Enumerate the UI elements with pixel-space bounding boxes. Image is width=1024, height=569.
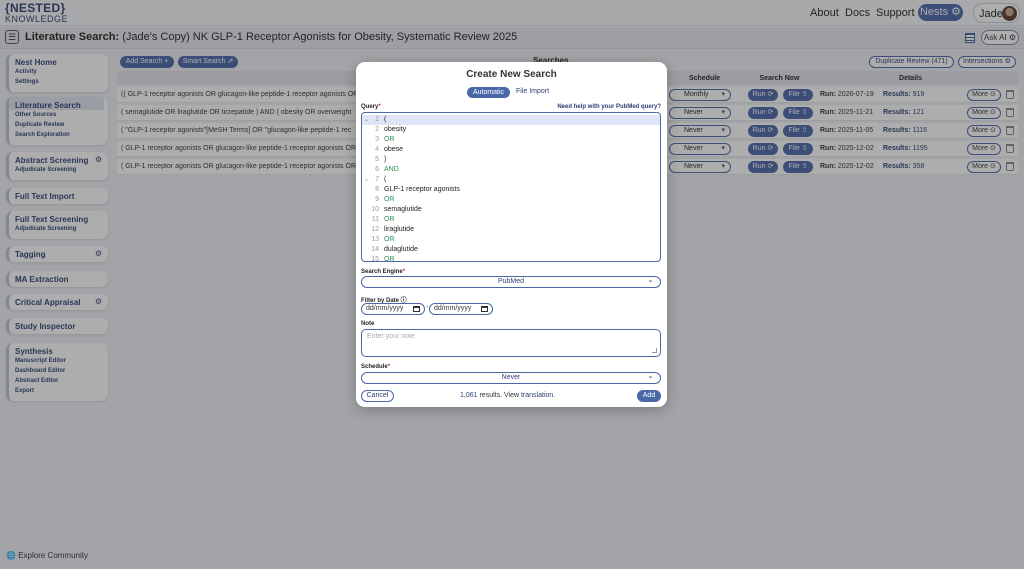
line-number: 14 bbox=[371, 246, 379, 253]
resize-handle-icon[interactable] bbox=[652, 348, 657, 353]
query-line[interactable]: 2 obesity bbox=[362, 125, 660, 135]
search-engine-select[interactable]: PubMed bbox=[361, 275, 661, 288]
query-line[interactable]: 6 AND bbox=[362, 165, 660, 175]
query-editor[interactable]: ⌄ 1(2 obesity 3 OR 4 obese 5) 6 AND ⌄ 7(8 GLP-1 rece… bbox=[361, 112, 661, 262]
line-number: 10 bbox=[371, 206, 379, 213]
required-mark: * bbox=[387, 364, 391, 370]
date-to-placeholder: dd/mm/yyyy bbox=[434, 305, 472, 312]
add-button[interactable]: Add bbox=[637, 390, 661, 402]
query-token: obese bbox=[384, 146, 404, 153]
line-number: 3 bbox=[375, 136, 379, 143]
query-line[interactable]: 11 OR bbox=[362, 215, 660, 225]
query-token: OR bbox=[384, 216, 395, 223]
query-token: ) bbox=[384, 156, 387, 163]
query-line[interactable]: 4 obese bbox=[362, 145, 660, 155]
query-token: obesity bbox=[384, 126, 407, 133]
required-mark: * bbox=[378, 104, 381, 110]
search-engine-label: Search Engine* bbox=[361, 269, 405, 275]
search-engine-label-text: Search Engine bbox=[361, 269, 403, 275]
tab-file-import[interactable]: File Import bbox=[516, 88, 549, 95]
note-label: Note bbox=[361, 321, 375, 327]
pubmed-help-link[interactable]: Need help with your PubMed query? bbox=[557, 104, 661, 110]
query-token: dulaglutide bbox=[384, 246, 418, 253]
query-token: OR bbox=[384, 136, 395, 143]
query-token: AND bbox=[384, 166, 399, 173]
line-number: 2 bbox=[375, 126, 379, 133]
results-count: 1,061 bbox=[460, 392, 478, 399]
query-line[interactable]: 3 OR bbox=[362, 135, 660, 145]
line-number: 5 bbox=[375, 156, 379, 163]
line-number: 11 bbox=[371, 216, 379, 223]
results-text: results. View bbox=[477, 392, 521, 399]
query-line[interactable]: 15 OR bbox=[362, 255, 660, 262]
query-token: semaglutide bbox=[384, 206, 422, 213]
query-line[interactable]: 13 OR bbox=[362, 235, 660, 245]
results-summary: 1,061 results. View translation. bbox=[460, 392, 555, 399]
query-line[interactable]: 14 dulaglutide bbox=[362, 245, 660, 255]
query-token: OR bbox=[384, 236, 395, 243]
line-number: 12 bbox=[371, 226, 379, 233]
query-token: GLP-1 receptor agonists bbox=[384, 186, 460, 193]
line-number: 9 bbox=[375, 196, 379, 203]
schedule-label-text: Schedule bbox=[361, 364, 388, 370]
date-range-dash: - bbox=[426, 304, 429, 311]
date-to-input[interactable]: dd/mm/yyyy bbox=[429, 303, 493, 315]
schedule-select[interactable]: Never bbox=[361, 371, 661, 384]
query-token: liraglutide bbox=[384, 226, 414, 233]
line-number: 4 bbox=[375, 146, 379, 153]
date-from-input[interactable]: dd/mm/yyyy bbox=[361, 303, 425, 315]
query-line[interactable]: ⌄ 1( bbox=[362, 115, 660, 125]
view-translation-link[interactable]: translation. bbox=[521, 392, 555, 399]
query-line[interactable]: 10 semaglutide bbox=[362, 205, 660, 215]
line-number: 1 bbox=[375, 116, 379, 123]
date-from-placeholder: dd/mm/yyyy bbox=[366, 305, 404, 312]
query-token: OR bbox=[384, 196, 395, 203]
tab-automatic[interactable]: Automatic bbox=[467, 87, 510, 98]
query-line[interactable]: 5) bbox=[362, 155, 660, 165]
line-number: 6 bbox=[375, 166, 379, 173]
query-line[interactable]: 9 OR bbox=[362, 195, 660, 205]
query-token: OR bbox=[384, 256, 395, 262]
query-line[interactable]: 12 liraglutide bbox=[362, 225, 660, 235]
query-token: ( bbox=[384, 176, 387, 183]
create-search-modal: Create New Search Automatic File Import … bbox=[356, 62, 667, 407]
calendar-icon[interactable] bbox=[481, 306, 488, 312]
line-number: 15 bbox=[371, 256, 379, 262]
calendar-icon[interactable] bbox=[413, 306, 420, 312]
note-placeholder: Enter your note bbox=[367, 333, 415, 340]
query-label-text: Query bbox=[361, 104, 379, 110]
line-number: 7 bbox=[375, 176, 379, 183]
query-line[interactable]: ⌄ 7( bbox=[362, 175, 660, 185]
cancel-button[interactable]: Cancel bbox=[361, 390, 394, 402]
note-textarea[interactable]: Enter your note bbox=[361, 329, 661, 357]
line-number: 13 bbox=[371, 236, 379, 243]
required-mark: * bbox=[402, 269, 406, 275]
schedule-label: Schedule* bbox=[361, 364, 390, 370]
query-token: ( bbox=[384, 116, 387, 123]
modal-title: Create New Search bbox=[466, 69, 557, 80]
line-number: 8 bbox=[375, 186, 379, 193]
query-line[interactable]: 8 GLP-1 receptor agonists bbox=[362, 185, 660, 195]
query-label: Query* bbox=[361, 104, 381, 110]
